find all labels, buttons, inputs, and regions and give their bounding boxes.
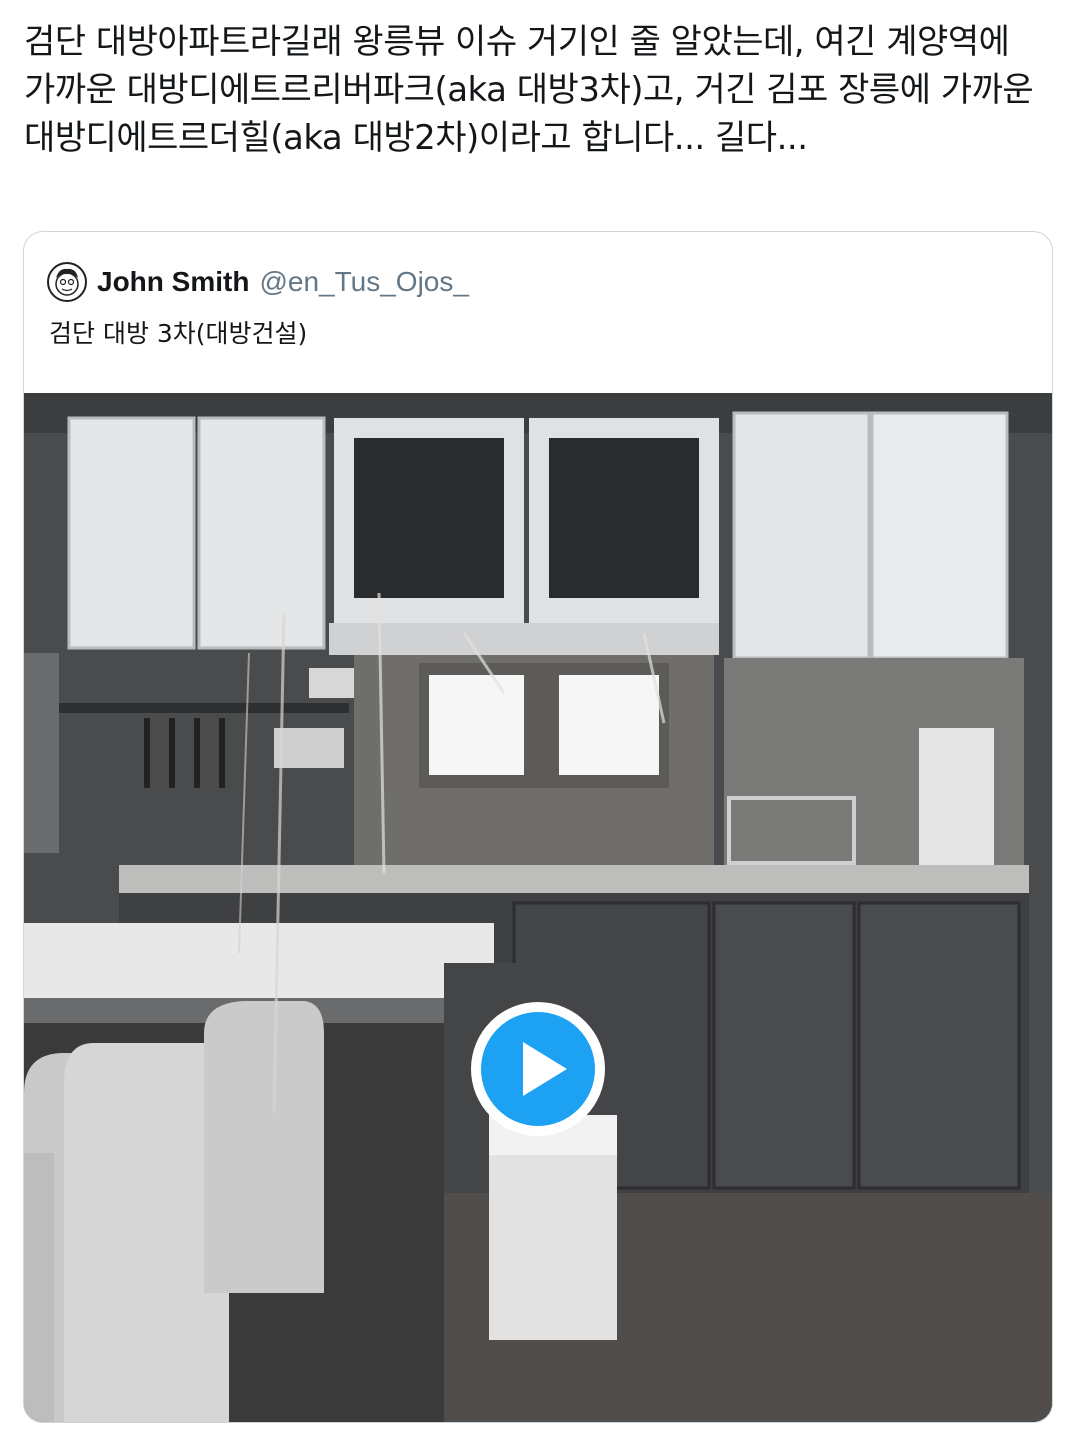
author-handle[interactable]: @en_Tus_Ojos_ — [259, 266, 469, 298]
play-button[interactable] — [471, 1002, 605, 1136]
quoted-tweet-header: John Smith @en_Tus_Ojos_ — [47, 257, 469, 307]
play-icon — [523, 1042, 567, 1096]
tweet-text: 검단 대방아파트라길래 왕릉뷰 이슈 거기인 줄 알았는데, 여긴 계양역에 가… — [24, 22, 1034, 158]
quoted-tweet-text: 검단 대방 3차(대방건설) — [49, 319, 308, 348]
video-thumbnail[interactable] — [24, 393, 1052, 1422]
avatar[interactable] — [47, 262, 87, 302]
kitchen-scene — [24, 393, 1052, 1422]
quoted-tweet-card[interactable]: John Smith @en_Tus_Ojos_ 검단 대방 3차(대방건설) — [23, 231, 1053, 1423]
author-name[interactable]: John Smith — [97, 266, 249, 298]
